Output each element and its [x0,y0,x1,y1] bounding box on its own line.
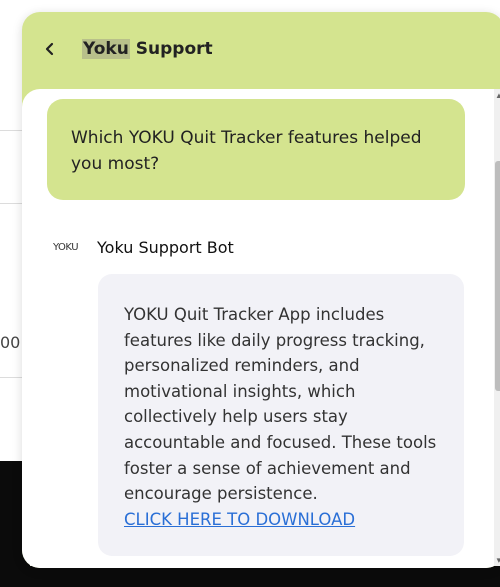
chat-body[interactable]: Which YOKU Quit Tracker features helped … [22,89,500,568]
scroll-down-icon[interactable]: ▼ [494,554,500,568]
chat-title: Yoku Support [82,39,213,59]
scrollbar[interactable]: ▲ ▼ [494,89,500,568]
chat-title-highlight: Yoku [82,39,130,59]
bot-message-text: YOKU Quit Tracker App includes features … [124,305,437,504]
background-partial-value: 00 [0,333,21,352]
scroll-up-icon[interactable]: ▲ [494,89,500,103]
background-dark-bar [0,566,500,587]
bot-header: YOKU Yoku Support Bot [53,235,234,259]
chat-title-rest: Support [129,39,213,59]
bot-message: YOKU Quit Tracker App includes features … [98,274,464,556]
bot-name: Yoku Support Bot [97,237,234,257]
chevron-left-icon[interactable] [41,38,59,60]
user-message: Which YOKU Quit Tracker features helped … [47,99,465,200]
chat-widget: Yoku Support Which YOKU Quit Tracker fea… [22,12,500,568]
bot-logo: YOKU [53,241,79,253]
download-link[interactable]: CLICK HERE TO DOWNLOAD [124,507,355,533]
scroll-thumb[interactable] [495,161,500,391]
chat-header: Yoku Support [22,12,500,86]
